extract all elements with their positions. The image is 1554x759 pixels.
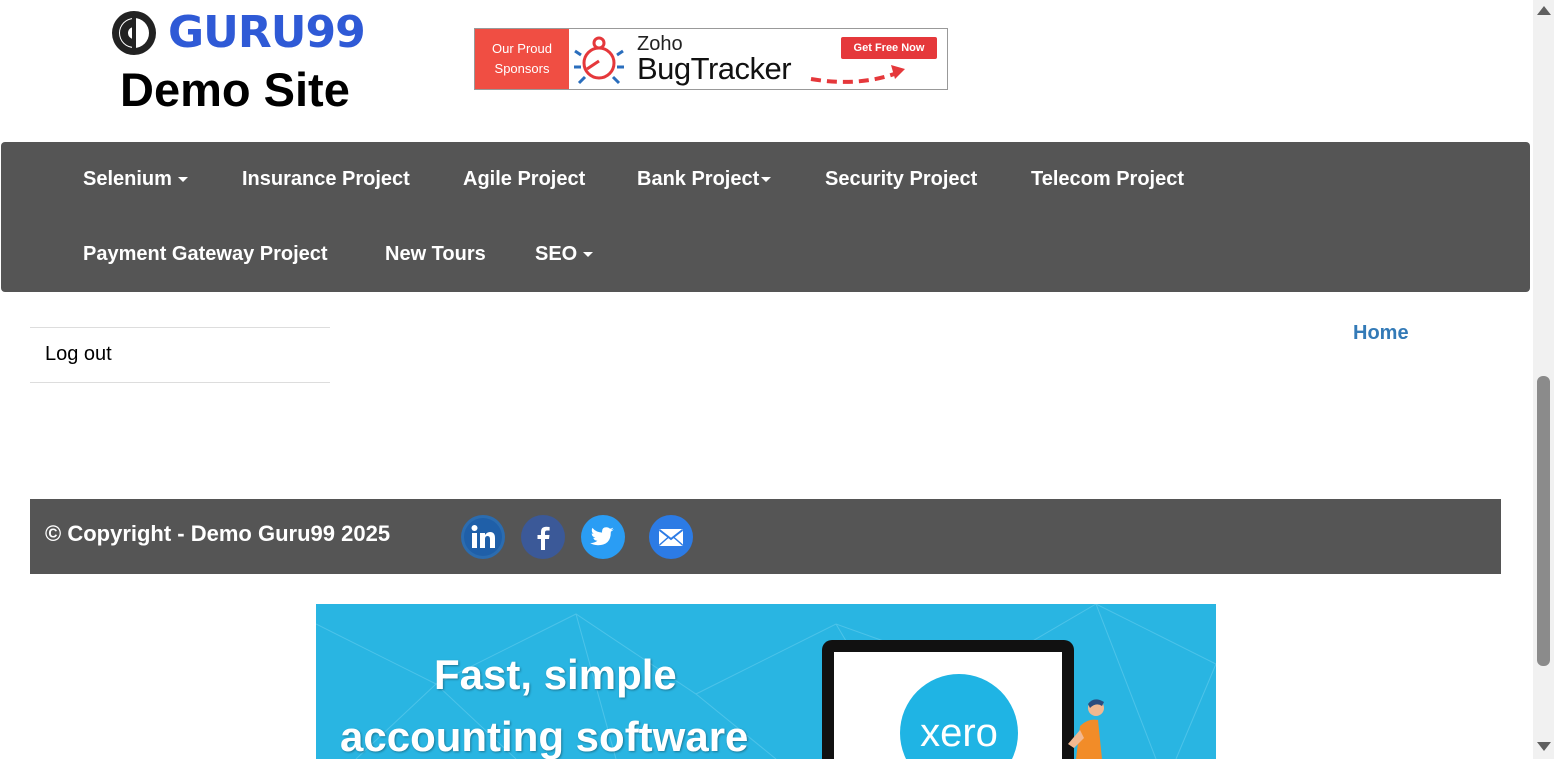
nav-item-agile-project[interactable]: Agile Project [463,167,585,191]
copyright-text: © Copyright - Demo Guru99 2025 [45,521,391,546]
nav-item-label: Selenium [83,168,172,190]
nav-item-new-tours[interactable]: New Tours [385,242,486,266]
nav-item-label: SEO [535,243,578,265]
bug-icon [574,36,624,85]
sidebar-divider [30,327,330,328]
sponsor-banner[interactable]: Our Proud Sponsors Zoho BugTracker Get F… [474,28,948,90]
caret-down-icon [177,177,188,183]
linkedin-icon[interactable] [460,514,506,560]
nav-item-label: Telecom Project [1031,168,1185,190]
nav-item-bank-project[interactable]: Bank Project [637,167,772,191]
sponsor-label: Our Proud Sponsors [475,29,569,89]
sidebar-divider [30,382,330,383]
nav-item-seo[interactable]: SEO [535,242,594,266]
email-icon[interactable] [648,514,694,560]
nav-item-label: Security Project [825,168,978,190]
xero-logo: xero [900,674,1018,759]
nav-item-label: Bank Project [637,168,760,190]
twitter-icon[interactable] [580,514,626,560]
tablet-screen: xero [834,652,1062,759]
facebook-icon[interactable] [520,514,566,560]
xero-advertisement[interactable]: Fast, simple accounting software xero [316,604,1216,759]
nav-item-label: Payment Gateway Project [83,243,328,265]
logout-link[interactable]: Log out [45,343,112,366]
sponsor-content: Zoho BugTracker Get Free Now [569,29,947,89]
ad-headline-line2: accounting software [340,713,749,759]
nav-item-selenium[interactable]: Selenium [83,167,188,191]
nav-item-label: New Tours [385,243,486,265]
tablet-illustration: xero [822,640,1074,759]
ad-headline: Fast, simple accounting software [340,644,748,759]
nav-item-label: Agile Project [463,168,586,190]
scrollbar-thumb[interactable] [1537,376,1550,666]
nav-item-payment-gateway-project[interactable]: Payment Gateway Project [83,242,328,266]
nav-item-telecom-project[interactable]: Telecom Project [1031,167,1184,191]
main-navbar: Selenium Insurance Project Agile Project… [1,142,1530,292]
logo-text: GURU99 [168,7,366,58]
arrow-icon [810,65,905,84]
nav-item-label: Insurance Project [242,168,410,190]
site-title: Demo Site [120,63,350,116]
caret-down-icon [761,177,772,183]
nav-item-insurance-project[interactable]: Insurance Project [242,167,410,191]
footer: © Copyright - Demo Guru99 2025 [30,499,1501,574]
site-logo[interactable]: GURU99 Demo Site [110,8,370,118]
caret-down-icon [583,252,594,258]
home-link[interactable]: Home [1353,322,1409,345]
guru99-logo-icon [112,11,156,55]
ad-headline-line1: Fast, simple [434,651,677,698]
sponsor-label-line2: Sponsors [494,61,550,76]
person-illustration-icon [1068,699,1104,759]
logo-row: GURU99 [110,7,366,58]
sponsor-label-line1: Our Proud [492,41,552,56]
sponsor-brand-large: BugTracker [637,51,792,86]
scroll-up-arrow-icon[interactable] [1537,6,1551,15]
scroll-down-arrow-icon[interactable] [1537,742,1551,751]
get-free-now-button[interactable]: Get Free Now [841,37,937,59]
nav-item-security-project[interactable]: Security Project [825,167,977,191]
